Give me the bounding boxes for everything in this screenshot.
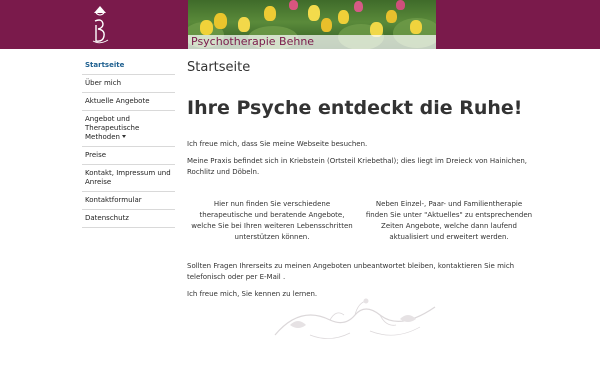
floral-ornament-icon: [274, 298, 436, 339]
sidebar-item-startseite[interactable]: Startseite: [82, 57, 175, 75]
header-banner-image: Psychotherapie Behne: [188, 0, 436, 49]
offers-column-right: Neben Einzel-, Paar- und Familientherapi…: [365, 200, 533, 241]
page-headline: Ihre Psyche entdeckt die Ruhe!: [187, 97, 523, 119]
site-header: Psychotherapie Behne: [0, 0, 600, 49]
contact-note: Sollten Fragen Ihrerseits zu meinen Ange…: [187, 262, 515, 281]
sidebar-item-preise[interactable]: Preise: [82, 147, 175, 165]
main-content: Startseite Ihre Psyche entdeckt die Ruhe…: [187, 60, 532, 298]
offers-column-left: Hier nun finden Sie verschiedene therape…: [191, 200, 353, 241]
sidebar-nav: Startseite Über mich Aktuelle Angebote A…: [82, 57, 175, 228]
intro-text: Ich freue mich, dass Sie meine Webseite …: [187, 140, 368, 148]
logo-emblem-icon: [92, 6, 109, 44]
caret-down-icon: [122, 135, 126, 138]
location-text: Meine Praxis befindet sich in Kriebstein…: [187, 157, 528, 176]
sidebar-item-aktuelle-angebote[interactable]: Aktuelle Angebote: [82, 93, 175, 111]
sidebar-item-kontakt[interactable]: Kontakt, Impressum und Anreise: [82, 165, 175, 192]
sidebar-item-angebot-methoden[interactable]: Angebot und Therapeutische Methoden: [82, 111, 175, 147]
site-title[interactable]: Psychotherapie Behne: [191, 35, 314, 49]
sidebar-item-label: Angebot und Therapeutische Methoden: [85, 115, 140, 141]
page-title: Startseite: [187, 60, 251, 75]
logo[interactable]: [86, 3, 114, 47]
sidebar-item-kontaktformular[interactable]: Kontaktformular: [82, 192, 175, 210]
sidebar-item-datenschutz[interactable]: Datenschutz: [82, 210, 175, 228]
sidebar-item-ueber-mich[interactable]: Über mich: [82, 75, 175, 93]
